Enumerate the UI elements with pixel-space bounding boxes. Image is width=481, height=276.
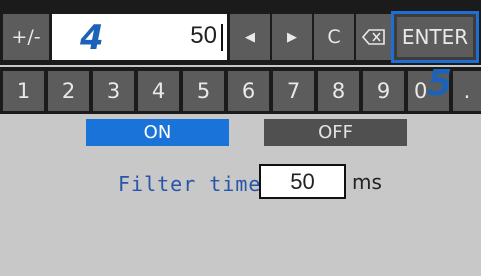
- left-arrow-icon: ◀: [245, 29, 255, 45]
- digit-6-button[interactable]: 6: [228, 71, 269, 111]
- digit-3-button[interactable]: 3: [93, 71, 134, 111]
- digit-5-button[interactable]: 5: [183, 71, 224, 111]
- decimal-point-button[interactable]: .: [453, 71, 481, 111]
- digit-7-button[interactable]: 7: [273, 71, 314, 111]
- filter-time-label: Filter time: [118, 172, 262, 196]
- sign-toggle-button[interactable]: +/-: [3, 14, 49, 60]
- right-arrow-icon: ▶: [287, 29, 297, 45]
- entry-value: 50: [190, 22, 217, 49]
- numeric-keypad-screen: +/- 50 4 ◀ ▶ C ENTER 1 2 3 4 5 6 7 8 9 0…: [0, 0, 481, 276]
- backspace-icon: [361, 29, 385, 45]
- digit-1-button[interactable]: 1: [3, 71, 44, 111]
- clear-button[interactable]: C: [314, 14, 354, 60]
- filter-time-input[interactable]: 50: [259, 164, 346, 199]
- cursor-left-button[interactable]: ◀: [230, 14, 270, 60]
- text-cursor: [221, 24, 223, 51]
- value-entry-field[interactable]: 50: [52, 14, 227, 60]
- digit-2-button[interactable]: 2: [48, 71, 89, 111]
- backspace-button[interactable]: [356, 14, 391, 60]
- digit-9-button[interactable]: 9: [363, 71, 404, 111]
- on-toggle-button[interactable]: ON: [86, 119, 229, 146]
- filter-time-unit: ms: [352, 170, 382, 194]
- callout-step-4: 4: [80, 18, 104, 58]
- digit-4-button[interactable]: 4: [138, 71, 179, 111]
- enter-button[interactable]: ENTER: [397, 17, 473, 57]
- off-toggle-button[interactable]: OFF: [264, 119, 407, 146]
- enter-highlight: ENTER: [391, 11, 479, 63]
- callout-step-5: 5: [427, 63, 453, 104]
- filter-time-value: 50: [290, 168, 315, 194]
- cursor-right-button[interactable]: ▶: [272, 14, 312, 60]
- digit-8-button[interactable]: 8: [318, 71, 359, 111]
